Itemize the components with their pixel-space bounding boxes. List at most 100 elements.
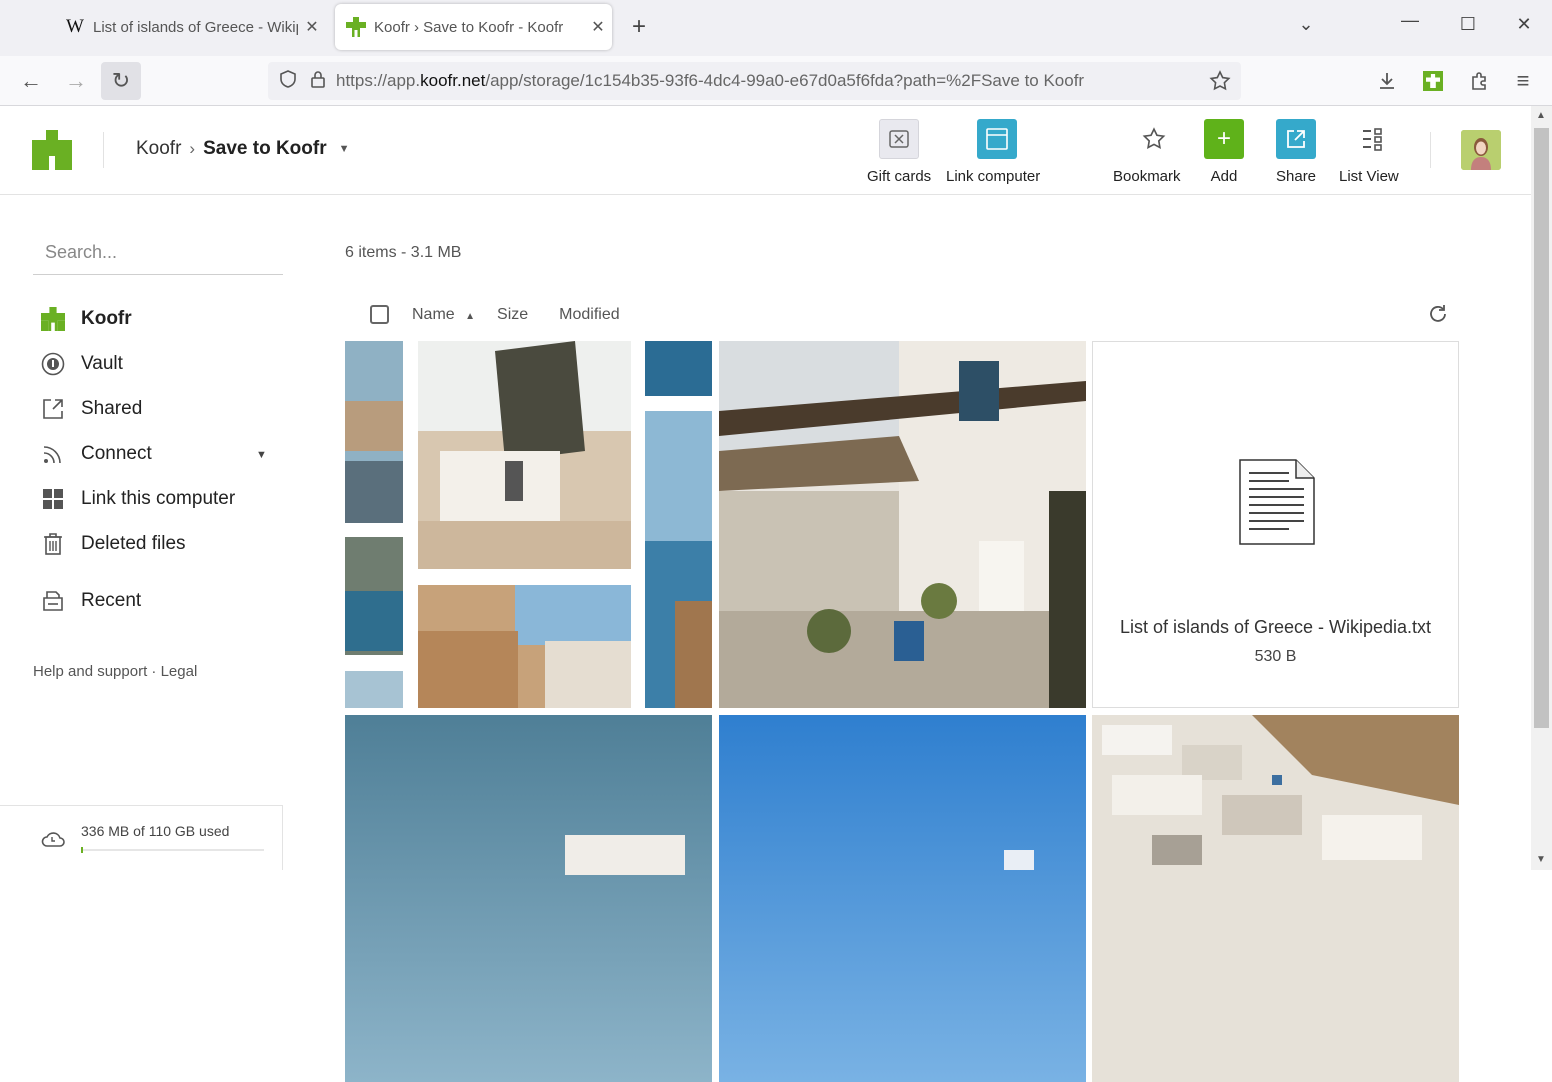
file-size: 530 B <box>1254 648 1297 665</box>
vertical-scrollbar[interactable]: ▲ ▼ <box>1531 106 1552 870</box>
extensions-puzzle-icon[interactable] <box>1459 62 1499 100</box>
file-tile[interactable]: List of islands of Greece - Wikipedia.tx… <box>1092 341 1459 708</box>
image-tile[interactable] <box>345 715 712 1082</box>
list-view-label: List View <box>1339 168 1399 185</box>
image-thumbnail <box>1092 715 1459 1082</box>
window-icon <box>977 119 1018 159</box>
legal-link[interactable]: Legal <box>161 663 198 680</box>
folder-menu-caret-icon[interactable]: ▼ <box>339 143 350 155</box>
list-header: Name ▲ Size Modified <box>370 305 620 324</box>
storage-usage: 336 MB of 110 GB used <box>0 805 283 870</box>
vault-icon <box>40 351 66 377</box>
sidebar-item-koofr[interactable]: Koofr <box>40 304 132 334</box>
link-computer-button[interactable]: Link computer <box>946 119 1040 185</box>
share-button[interactable]: Share <box>1276 119 1316 185</box>
sidebar-item-deleted[interactable]: Deleted files <box>40 529 186 559</box>
image-tile[interactable] <box>719 341 1086 708</box>
help-link[interactable]: Help and support <box>33 663 147 680</box>
sort-by-size[interactable]: Size <box>497 306 528 324</box>
file-name: List of islands of Greece - Wikipedia.tx… <box>1119 617 1432 637</box>
list-view-icon <box>1353 119 1393 159</box>
refresh-icon[interactable] <box>1427 303 1451 327</box>
windows-icon <box>40 486 66 512</box>
connect-expand-caret-icon[interactable]: ▼ <box>256 449 267 461</box>
browser-nav-bar: ← → ↻ https://app.koofr.net/app/storage/… <box>0 56 1552 106</box>
back-icon[interactable]: ← <box>11 62 51 100</box>
forward-icon[interactable]: → <box>56 62 96 100</box>
sidebar-item-vault[interactable]: Vault <box>40 349 123 379</box>
list-view-button[interactable]: List View <box>1339 119 1399 185</box>
link-computer-label: Link computer <box>946 168 1041 185</box>
footer-links: Help and support · Legal <box>33 663 198 680</box>
new-tab-icon[interactable]: + <box>624 13 654 41</box>
sidebar-item-link-computer[interactable]: Link this computer <box>40 484 235 514</box>
menu-icon[interactable]: ≡ <box>1503 62 1543 100</box>
tab-wikipedia[interactable]: W List of islands of Greece - Wikip ✕ <box>56 4 326 50</box>
gift-cards-button[interactable]: Gift cards <box>867 119 931 185</box>
sort-by-name[interactable]: Name ▲ <box>412 306 475 324</box>
sidebar-item-label: Deleted files <box>81 533 186 554</box>
bookmark-button[interactable]: Bookmark <box>1113 119 1181 185</box>
sidebar-item-label: Link this computer <box>81 488 236 509</box>
sidebar-item-label: Connect <box>81 443 152 464</box>
url-bar[interactable]: https://app.koofr.net/app/storage/1c154b… <box>268 62 1241 100</box>
breadcrumb-root[interactable]: Koofr <box>136 138 181 160</box>
select-all-checkbox[interactable] <box>370 305 389 324</box>
storage-text: 336 MB of 110 GB used <box>81 823 230 839</box>
reload-icon[interactable]: ↻ <box>101 62 141 100</box>
scroll-up-icon[interactable]: ▲ <box>1536 110 1546 121</box>
koofr-favicon-icon <box>345 16 367 38</box>
sort-by-modified[interactable]: Modified <box>559 306 619 324</box>
star-icon <box>1134 119 1174 159</box>
items-summary: 6 items - 3.1 MB <box>345 244 462 261</box>
koofr-logo-icon[interactable] <box>32 130 72 170</box>
plus-icon: + <box>1204 119 1244 159</box>
rss-connect-icon <box>40 441 66 467</box>
gift-card-icon <box>879 119 920 159</box>
image-thumbnail <box>345 715 712 1082</box>
app-header: Koofr › Save to Koofr ▼ Gift cards Link … <box>0 106 1531 195</box>
header-divider <box>1430 132 1431 168</box>
share-label: Share <box>1276 168 1317 185</box>
downloads-icon[interactable] <box>1367 62 1407 100</box>
image-tile[interactable] <box>1092 715 1459 1082</box>
close-window-icon[interactable]: ✕ <box>1504 14 1544 35</box>
koofr-icon <box>40 306 66 332</box>
sidebar-item-shared[interactable]: Shared <box>40 394 142 424</box>
breadcrumb-current[interactable]: Save to Koofr <box>203 138 327 160</box>
wikipedia-favicon-icon: W <box>66 16 84 37</box>
close-tab-icon[interactable]: ✕ <box>298 17 326 37</box>
tab-title: Koofr › Save to Koofr - Koofr <box>374 18 564 36</box>
shared-icon <box>40 396 66 422</box>
shield-icon[interactable] <box>278 69 298 94</box>
sidebar-item-connect[interactable]: Connect <box>40 439 152 469</box>
star-bookmark-icon[interactable] <box>1209 70 1231 97</box>
image-thumbnail <box>719 715 1086 1082</box>
scroll-down-icon[interactable]: ▼ <box>1536 854 1546 865</box>
search-input[interactable]: Search... <box>33 233 283 275</box>
tab-koofr[interactable]: Koofr › Save to Koofr - Koofr ✕ <box>335 4 612 50</box>
add-button[interactable]: + Add <box>1204 119 1244 185</box>
image-tile[interactable] <box>719 715 1086 1082</box>
gift-cards-label: Gift cards <box>867 168 932 185</box>
sidebar-item-label: Shared <box>81 398 143 419</box>
image-thumbnail <box>719 341 1086 708</box>
storage-bar <box>81 847 264 853</box>
scrollbar-thumb[interactable] <box>1534 128 1549 728</box>
sidebar-item-label: Recent <box>81 590 142 611</box>
tab-list-chevron-icon[interactable]: ⌄ <box>1286 14 1326 35</box>
breadcrumb-separator-icon: › <box>189 139 196 158</box>
breadcrumb: Koofr › Save to Koofr ▼ <box>136 138 350 160</box>
sidebar-item-recent[interactable]: Recent <box>40 586 141 616</box>
browser-tab-bar: W List of islands of Greece - Wikip ✕ Ko… <box>0 0 1552 56</box>
user-avatar[interactable] <box>1461 130 1501 170</box>
text-file-icon <box>1239 459 1315 545</box>
lock-icon[interactable] <box>310 69 326 94</box>
image-tile[interactable] <box>345 341 712 708</box>
koofr-extension-icon[interactable] <box>1413 62 1453 100</box>
maximize-icon[interactable]: ☐ <box>1448 14 1488 35</box>
sidebar-item-label: Vault <box>81 353 123 374</box>
url-text: https://app.koofr.net/app/storage/1c154b… <box>336 71 1085 90</box>
close-tab-icon[interactable]: ✕ <box>584 17 612 37</box>
minimize-icon[interactable]: — <box>1390 10 1430 31</box>
